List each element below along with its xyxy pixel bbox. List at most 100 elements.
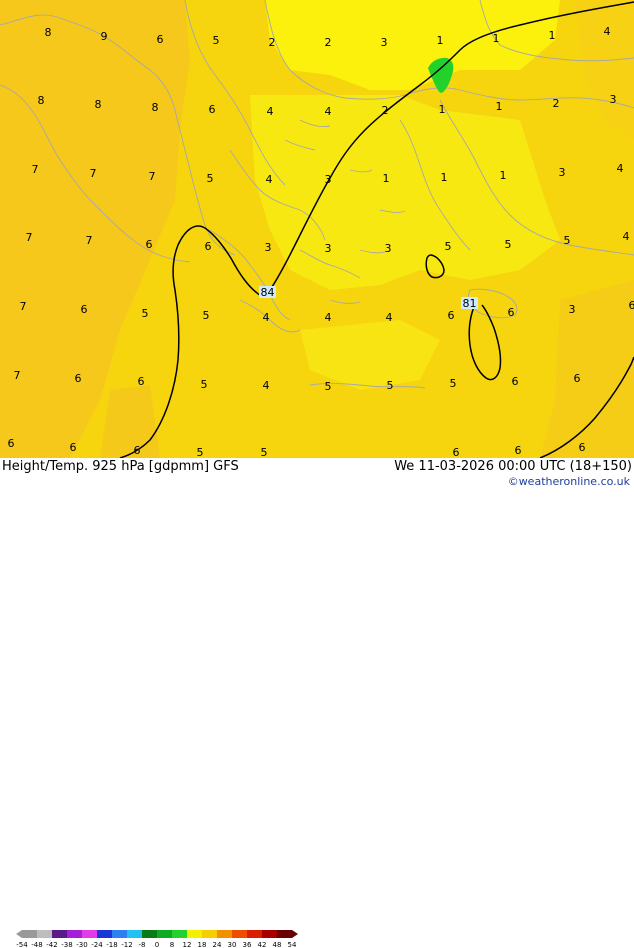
temperature-label: 1 — [496, 100, 503, 113]
colorbar-swatch — [247, 930, 262, 938]
temperature-label: 5 — [203, 309, 210, 322]
colorbar-swatch — [187, 930, 202, 938]
temperature-label: 6 — [453, 446, 460, 458]
temperature-label: 6 — [579, 441, 586, 454]
colorbar-swatch — [22, 930, 37, 938]
temperature-label: 4 — [267, 105, 274, 118]
temperature-label: 7 — [86, 234, 93, 247]
contour-label-84: 84 — [259, 286, 276, 299]
temperature-label: 7 — [32, 163, 39, 176]
colorbar-tick-label: -48 — [31, 941, 42, 948]
temperature-label: 1 — [437, 34, 444, 47]
temperature-label: 7 — [90, 167, 97, 180]
map-title: Height/Temp. 925 hPa [gdpmm] GFS — [2, 459, 239, 474]
temperature-label: 6 — [70, 441, 77, 454]
colorbar-tick-label: 24 — [213, 941, 222, 948]
svg-text:81: 81 — [463, 297, 477, 310]
map-date: We 11-03-2026 00:00 UTC (18+150) — [394, 459, 632, 474]
temperature-label: 4 — [386, 311, 393, 324]
colorbar-tick-label: -42 — [46, 941, 57, 948]
temperature-label: 5 — [445, 240, 452, 253]
colorbar-tick-label: 30 — [228, 941, 237, 948]
colorbar-swatch — [157, 930, 172, 938]
temperature-label: 1 — [493, 32, 500, 45]
colorbar-tick-label: -30 — [76, 941, 87, 948]
colorbar-tick-label: -24 — [91, 941, 103, 948]
colorbar-tick-label: 0 — [155, 941, 159, 948]
colorbar-tick-label: 18 — [198, 941, 207, 948]
temperature-label: 4 — [325, 105, 332, 118]
temperature-label: 6 — [574, 372, 581, 385]
colorbar-ticks: -54-48-42-38-30-24-18-12-808121824303642… — [16, 941, 297, 948]
temperature-label: 4 — [325, 311, 332, 324]
temperature-label: 6 — [629, 299, 634, 312]
temperature-label: 5 — [201, 378, 208, 391]
credit-link[interactable]: ©weatheronline.co.uk — [508, 475, 630, 488]
colorbar-swatch — [277, 930, 292, 938]
temperature-label: 5 — [564, 234, 571, 247]
temperature-label: 8 — [38, 94, 45, 107]
temperature-label: 6 — [75, 372, 82, 385]
temperature-label: 3 — [265, 241, 272, 254]
colorbar-tick-label: -54 — [16, 941, 28, 948]
temperature-label: 4 — [604, 25, 611, 38]
temperature-label: 5 — [142, 307, 149, 320]
temperature-label: 6 — [209, 103, 216, 116]
temperature-label: 5 — [387, 379, 394, 392]
temperature-label: 4 — [263, 311, 270, 324]
temperature-label: 6 — [134, 444, 141, 457]
temperature-label: 6 — [508, 306, 515, 319]
colorbar-swatch — [127, 930, 142, 938]
temperature-label: 4 — [623, 230, 630, 243]
colorbar-swatch — [232, 930, 247, 938]
temperature-label: 4 — [263, 379, 270, 392]
colorbar-tick-label: 12 — [183, 941, 192, 948]
temperature-label: 3 — [381, 36, 388, 49]
temperature-label: 3 — [610, 93, 617, 106]
temperature-label: 3 — [325, 242, 332, 255]
map-frame: 84 81 8965223111488864421123777543111347… — [0, 0, 634, 490]
temperature-label: 5 — [213, 34, 220, 47]
colorbar-tick-label: -8 — [139, 941, 146, 948]
colorbar-tick-label: 42 — [258, 941, 267, 948]
colorbar-swatch — [97, 930, 112, 938]
temperature-label: 8 — [45, 26, 52, 39]
colorbar-swatch — [67, 930, 82, 938]
temperature-label: 5 — [325, 380, 332, 393]
temperature-label: 7 — [20, 300, 27, 313]
temperature-label: 8 — [152, 101, 159, 114]
contour-label-81: 81 — [461, 297, 478, 310]
colorbar-right-arrow — [292, 930, 298, 938]
temperature-label: 2 — [269, 36, 276, 49]
temperature-label: 6 — [515, 444, 522, 457]
temperature-label: 6 — [8, 437, 15, 450]
temperature-map: 84 81 8965223111488864421123777543111347… — [0, 0, 634, 458]
temperature-label: 2 — [325, 36, 332, 49]
temperature-label: 6 — [448, 309, 455, 322]
colorbar-swatch — [37, 930, 52, 938]
temperature-label: 6 — [81, 303, 88, 316]
temperature-label: 2 — [382, 104, 389, 117]
colorbar-swatch — [52, 930, 67, 938]
temperature-label: 1 — [441, 171, 448, 184]
temperature-label: 8 — [95, 98, 102, 111]
colorbar-swatch — [217, 930, 232, 938]
colorbar: -54-48-42-38-30-24-18-12-808121824303642… — [16, 930, 298, 948]
temperature-label: 7 — [14, 369, 21, 382]
temperature-label: 6 — [146, 238, 153, 251]
colorbar-tick-label: -38 — [61, 941, 72, 948]
temperature-label: 5 — [450, 377, 457, 390]
colorbar-swatch — [142, 930, 157, 938]
colorbar-tick-label: 48 — [273, 941, 282, 948]
temperature-label: 5 — [505, 238, 512, 251]
temperature-label: 2 — [553, 97, 560, 110]
colorbar-swatch — [262, 930, 277, 938]
temperature-label: 9 — [101, 30, 108, 43]
temperature-label: 5 — [197, 446, 204, 458]
temperature-label: 6 — [512, 375, 519, 388]
colorbar-tick-label: 36 — [243, 941, 252, 948]
svg-text:84: 84 — [261, 286, 275, 299]
temperature-label: 1 — [383, 172, 390, 185]
temperature-label: 1 — [439, 103, 446, 116]
temperature-label: 4 — [266, 173, 273, 186]
